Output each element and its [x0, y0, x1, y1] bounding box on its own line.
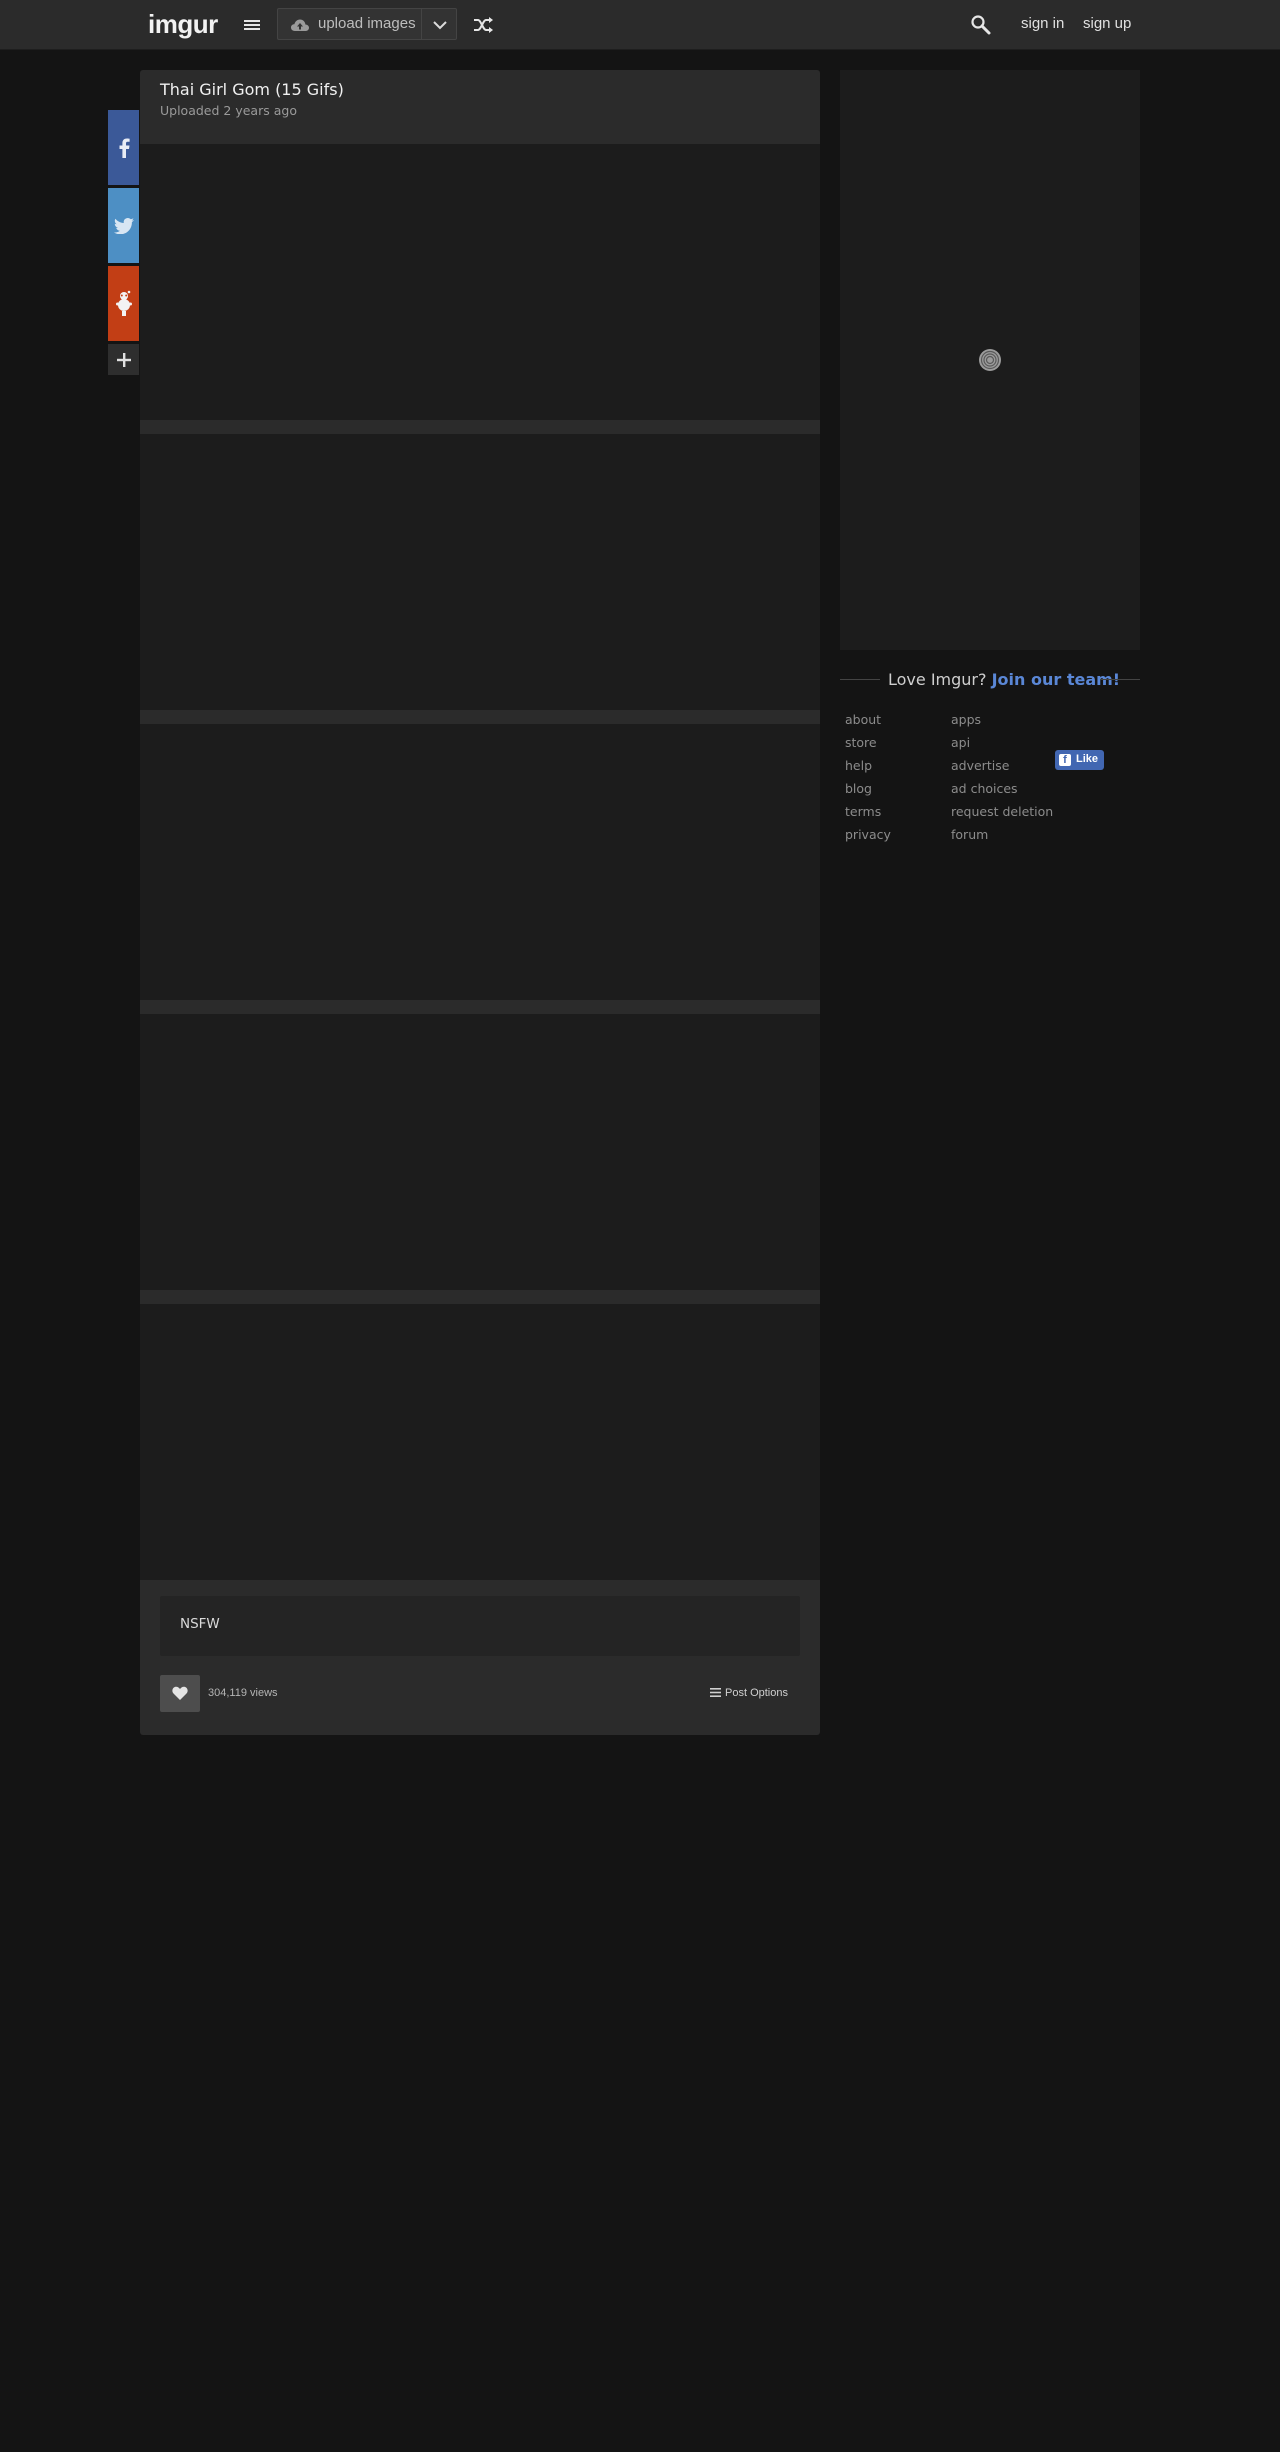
footer-link-request-deletion[interactable]: request deletion — [951, 804, 1053, 819]
view-count: 304,119 views — [208, 1687, 278, 1699]
share-more-button[interactable] — [108, 344, 139, 375]
facebook-like-button[interactable]: f Like — [1055, 750, 1104, 770]
post-options-label: Post Options — [725, 1687, 788, 1699]
love-imgur-text: Love Imgur? Join our team! — [888, 670, 1120, 689]
footer-link-privacy[interactable]: privacy — [845, 827, 891, 842]
cloud-upload-icon — [291, 19, 309, 31]
upload-images-label: upload images — [318, 15, 416, 32]
chevron-down-icon — [433, 21, 447, 30]
facebook-icon — [119, 138, 130, 158]
sign-in-link[interactable]: sign in — [1021, 15, 1064, 32]
divider — [1100, 679, 1140, 680]
shuffle-icon[interactable] — [472, 16, 494, 34]
post-meta: Uploaded 2 years ago — [160, 103, 297, 118]
post-media-item[interactable] — [140, 1304, 820, 1580]
footer-link-about[interactable]: about — [845, 712, 881, 727]
footer-link-help[interactable]: help — [845, 758, 872, 773]
footer-link-apps[interactable]: apps — [951, 712, 981, 727]
love-imgur-banner: Love Imgur? Join our team! — [840, 668, 1140, 692]
post-media-item[interactable] — [140, 1014, 820, 1290]
uploaded-label: Uploaded — [160, 103, 220, 118]
divider — [840, 679, 880, 680]
menu-icon[interactable] — [242, 16, 262, 34]
imgur-logo[interactable]: imgur — [148, 9, 218, 39]
reddit-icon — [115, 290, 132, 316]
footer-link-terms[interactable]: terms — [845, 804, 881, 819]
list-icon — [710, 1688, 721, 1697]
footer-link-ad-choices[interactable]: ad choices — [951, 781, 1018, 796]
post-media-item[interactable] — [140, 434, 820, 710]
twitter-icon — [113, 217, 134, 234]
post-description-text: NSFW — [180, 1616, 220, 1632]
share-reddit-button[interactable] — [108, 266, 139, 341]
share-facebook-button[interactable] — [108, 110, 139, 185]
post-options-button[interactable]: Post Options — [710, 1687, 788, 1699]
heart-icon — [172, 1686, 188, 1700]
post-container: Thai Girl Gom (15 Gifs) Uploaded 2 years… — [140, 70, 820, 1735]
post-media-item[interactable] — [140, 724, 820, 1000]
top-navbar: imgur upload images sign in sign up — [0, 0, 1280, 50]
uploaded-time[interactable]: 2 years ago — [223, 103, 297, 118]
search-icon[interactable] — [970, 14, 992, 36]
post-description: NSFW — [160, 1596, 800, 1656]
post-title: Thai Girl Gom (15 Gifs) — [160, 80, 344, 99]
loading-spinner-icon — [979, 349, 1001, 371]
footer-link-blog[interactable]: blog — [845, 781, 872, 796]
footer-link-forum[interactable]: forum — [951, 827, 988, 842]
sign-up-link[interactable]: sign up — [1083, 15, 1131, 32]
love-imgur-label: Love Imgur? — [888, 670, 987, 689]
favorite-button[interactable] — [160, 1675, 200, 1712]
plus-icon — [116, 352, 131, 367]
share-twitter-button[interactable] — [108, 188, 139, 263]
facebook-like-label: Like — [1076, 753, 1099, 765]
footer-link-store[interactable]: store — [845, 735, 877, 750]
post-media-item[interactable] — [140, 144, 820, 420]
footer-link-api[interactable]: api — [951, 735, 970, 750]
upload-images-button[interactable]: upload images — [277, 8, 421, 40]
ad-placeholder — [840, 70, 1140, 650]
upload-dropdown-button[interactable] — [421, 8, 457, 40]
footer-link-advertise[interactable]: advertise — [951, 758, 1009, 773]
facebook-icon: f — [1059, 754, 1071, 766]
